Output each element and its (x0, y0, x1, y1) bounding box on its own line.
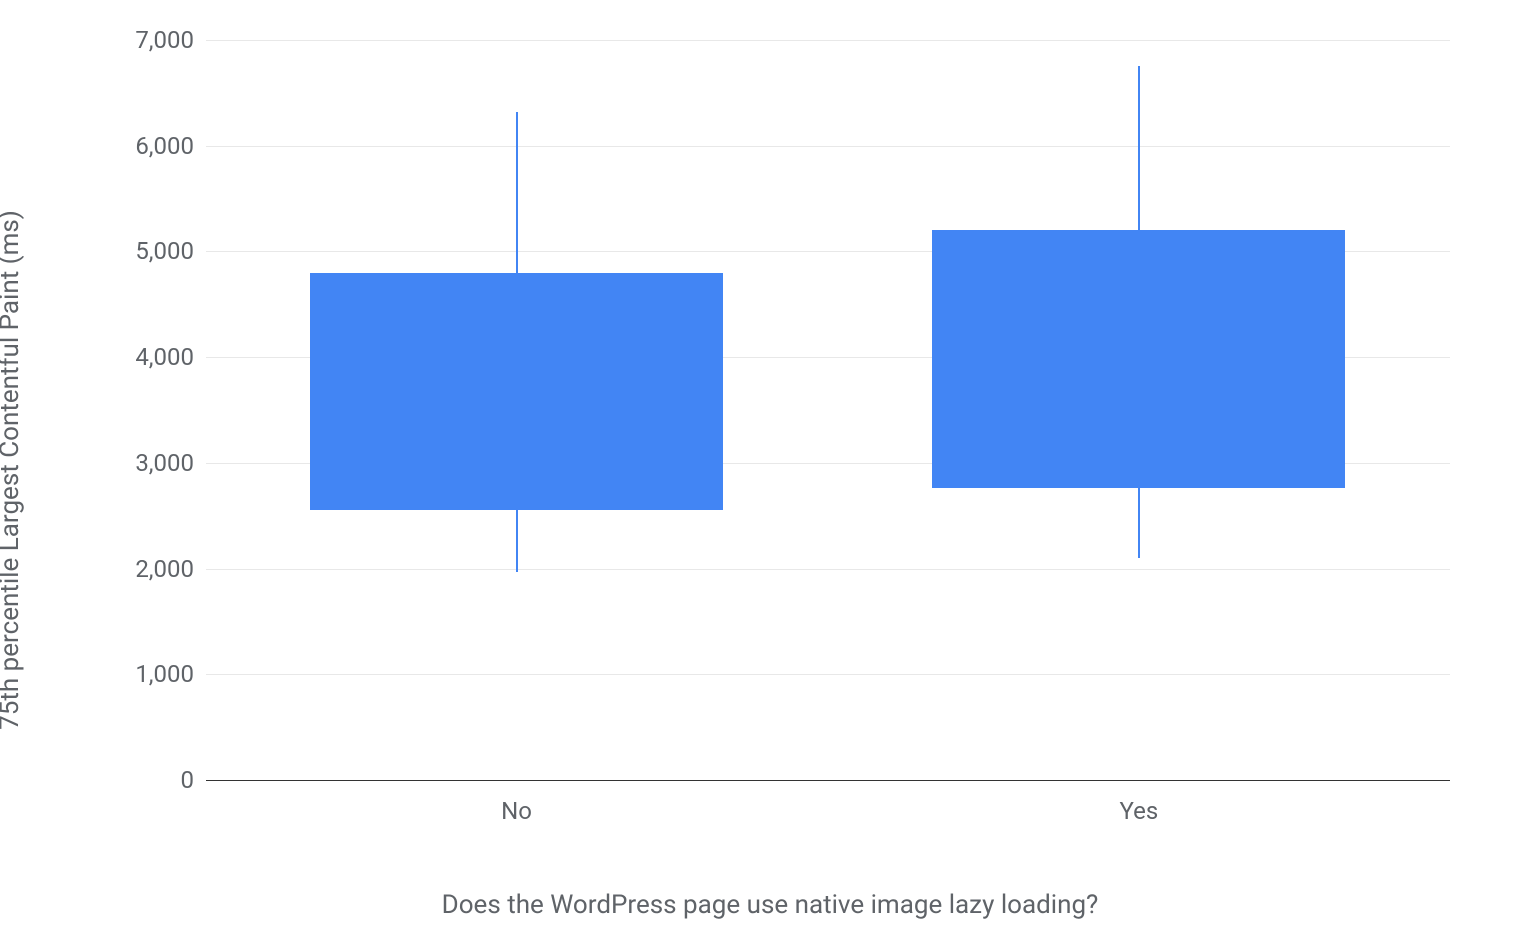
y-tick-label: 5,000 (100, 237, 194, 265)
y-axis-label: 75th percentile Largest Contentful Paint… (0, 210, 25, 730)
y-tick-label: 3,000 (100, 449, 194, 477)
x-tick-label: No (501, 797, 532, 825)
y-tick-label: 2,000 (100, 555, 194, 583)
gridline (206, 780, 1450, 781)
y-tick-label: 4,000 (100, 343, 194, 371)
gridline (206, 674, 1450, 675)
box (310, 273, 723, 511)
y-tick-label: 0 (100, 766, 194, 794)
y-tick-label: 7,000 (100, 26, 194, 54)
box (932, 230, 1345, 488)
plot-area: 01,0002,0003,0004,0005,0006,0007,000NoYe… (180, 40, 1450, 780)
gridline (206, 569, 1450, 570)
x-tick-label: Yes (1119, 797, 1158, 825)
y-tick-label: 1,000 (100, 660, 194, 688)
gridline (206, 146, 1450, 147)
box-plot-chart: 75th percentile Largest Contentful Paint… (20, 20, 1520, 920)
gridline (206, 40, 1450, 41)
x-axis-label: Does the WordPress page use native image… (442, 890, 1099, 920)
y-tick-label: 6,000 (100, 132, 194, 160)
